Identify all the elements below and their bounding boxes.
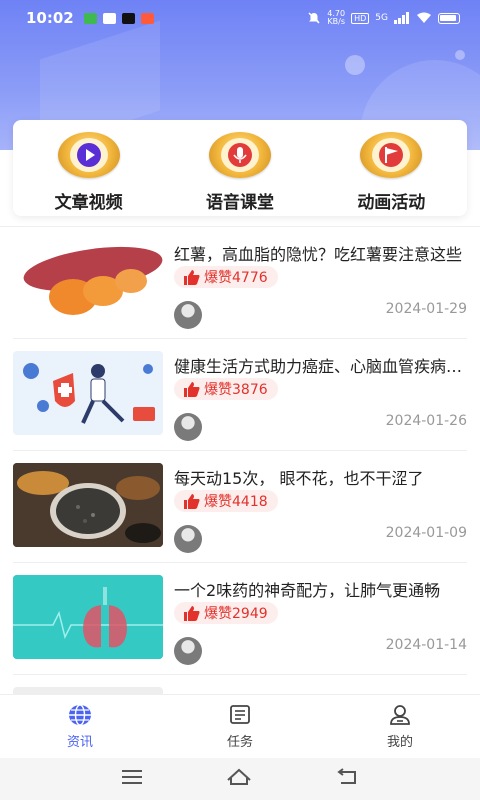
sweet-potato-thumbnail — [13, 239, 163, 323]
network-type: 5G — [375, 13, 388, 23]
network-speed-unit: KB/s — [327, 17, 345, 26]
status-bar: 10:02 4.70 KB/s HD 5G — [0, 0, 480, 36]
thumbs-up-icon — [184, 605, 200, 621]
category-article-video[interactable]: 文章视频 — [24, 132, 154, 213]
bottom-tab-bar: 资讯 任务 我的 — [0, 694, 480, 758]
like-count: 爆赞4418 — [204, 494, 268, 510]
globe-icon — [69, 704, 91, 726]
header-decoration — [345, 55, 365, 75]
wifi-icon — [417, 12, 431, 23]
like-badge: 爆赞2949 — [174, 602, 278, 624]
article-title: 红薯，高血脂的隐忧？吃红薯要注意这些 — [174, 245, 463, 264]
back-icon[interactable] — [335, 768, 359, 790]
play-icon — [57, 132, 120, 178]
like-badge: 爆赞4776 — [174, 266, 278, 288]
tab-profile[interactable]: 我的 — [320, 695, 480, 758]
status-time: 10:02 — [26, 9, 74, 27]
thumbs-up-icon — [184, 493, 200, 509]
microphone-icon — [208, 132, 271, 178]
category-voice-class[interactable]: 语音课堂 — [175, 132, 305, 213]
list-item[interactable]: 健康生活方式助力癌症、心脑血管疾病预防 爆赞3876 2024-01-26 — [13, 339, 467, 451]
like-badge: 爆赞3876 — [174, 378, 278, 400]
profile-icon — [390, 705, 410, 725]
avatar — [174, 525, 202, 553]
network-speed: 4.70 KB/s — [327, 10, 345, 26]
herbal-porridge-thumbnail — [13, 463, 163, 547]
article-title: 每天动15次， 眼不花，也不干涩了 — [174, 469, 424, 488]
battery-icon — [438, 12, 460, 24]
category-animation-activity[interactable]: 动画活动 — [326, 132, 456, 213]
health-illustration-thumbnail — [13, 351, 163, 435]
app-notification-icon — [140, 12, 154, 24]
list-item[interactable]: 每天动15次， 眼不花，也不干涩了 爆赞4418 2024-01-09 — [13, 451, 467, 563]
signal-icon — [394, 12, 409, 24]
tab-label: 任务 — [226, 735, 253, 750]
avatar — [174, 413, 202, 441]
like-badge: 爆赞4418 — [174, 490, 278, 512]
thumbs-up-icon — [184, 381, 200, 397]
article-thumbnail — [13, 687, 163, 694]
list-item[interactable]: 一个2味药的神奇配方，让肺气更通畅 爆赞2949 2024-01-14 — [13, 563, 467, 675]
article-date: 2024-01-29 — [385, 301, 467, 317]
flag-icon — [360, 132, 423, 178]
like-count: 爆赞2949 — [204, 606, 268, 622]
tab-tasks[interactable]: 任务 — [160, 695, 320, 758]
home-icon[interactable] — [226, 768, 252, 790]
news-list[interactable]: 红薯，高血脂的隐忧？吃红薯要注意这些 爆赞4776 2024-01-29 健康生… — [0, 226, 480, 694]
menu-icon[interactable] — [121, 769, 143, 789]
system-nav-bar — [0, 758, 480, 800]
like-count: 爆赞3876 — [204, 382, 268, 398]
article-date: 2024-01-26 — [385, 413, 467, 429]
category-card: 文章视频 语音课堂 动画活动 — [13, 120, 467, 216]
article-date: 2024-01-09 — [385, 525, 467, 541]
list-item[interactable] — [13, 675, 467, 694]
task-list-icon — [230, 705, 250, 724]
thumbs-up-icon — [184, 269, 200, 285]
mute-icon — [308, 12, 320, 24]
header-decoration — [455, 50, 465, 60]
wechat-icon — [83, 12, 97, 24]
hd-badge: HD — [351, 12, 370, 24]
like-count: 爆赞4776 — [204, 270, 268, 286]
tab-label: 资讯 — [66, 735, 93, 750]
tab-label: 我的 — [386, 735, 413, 750]
tiktok-icon — [121, 12, 135, 24]
category-label: 语音课堂 — [205, 193, 274, 213]
article-title: 健康生活方式助力癌症、心脑血管疾病预防 — [174, 357, 467, 376]
article-date: 2024-01-14 — [385, 637, 467, 653]
article-title: 一个2味药的神奇配方，让肺气更通畅 — [174, 581, 441, 600]
tab-news[interactable]: 资讯 — [0, 695, 160, 758]
avatar — [174, 301, 202, 329]
list-item[interactable]: 红薯，高血脂的隐忧？吃红薯要注意这些 爆赞4776 2024-01-29 — [13, 227, 467, 339]
mail-icon — [102, 12, 116, 24]
avatar — [174, 637, 202, 665]
category-label: 动画活动 — [357, 193, 426, 213]
lungs-thumbnail — [13, 575, 163, 659]
category-label: 文章视频 — [54, 193, 123, 213]
